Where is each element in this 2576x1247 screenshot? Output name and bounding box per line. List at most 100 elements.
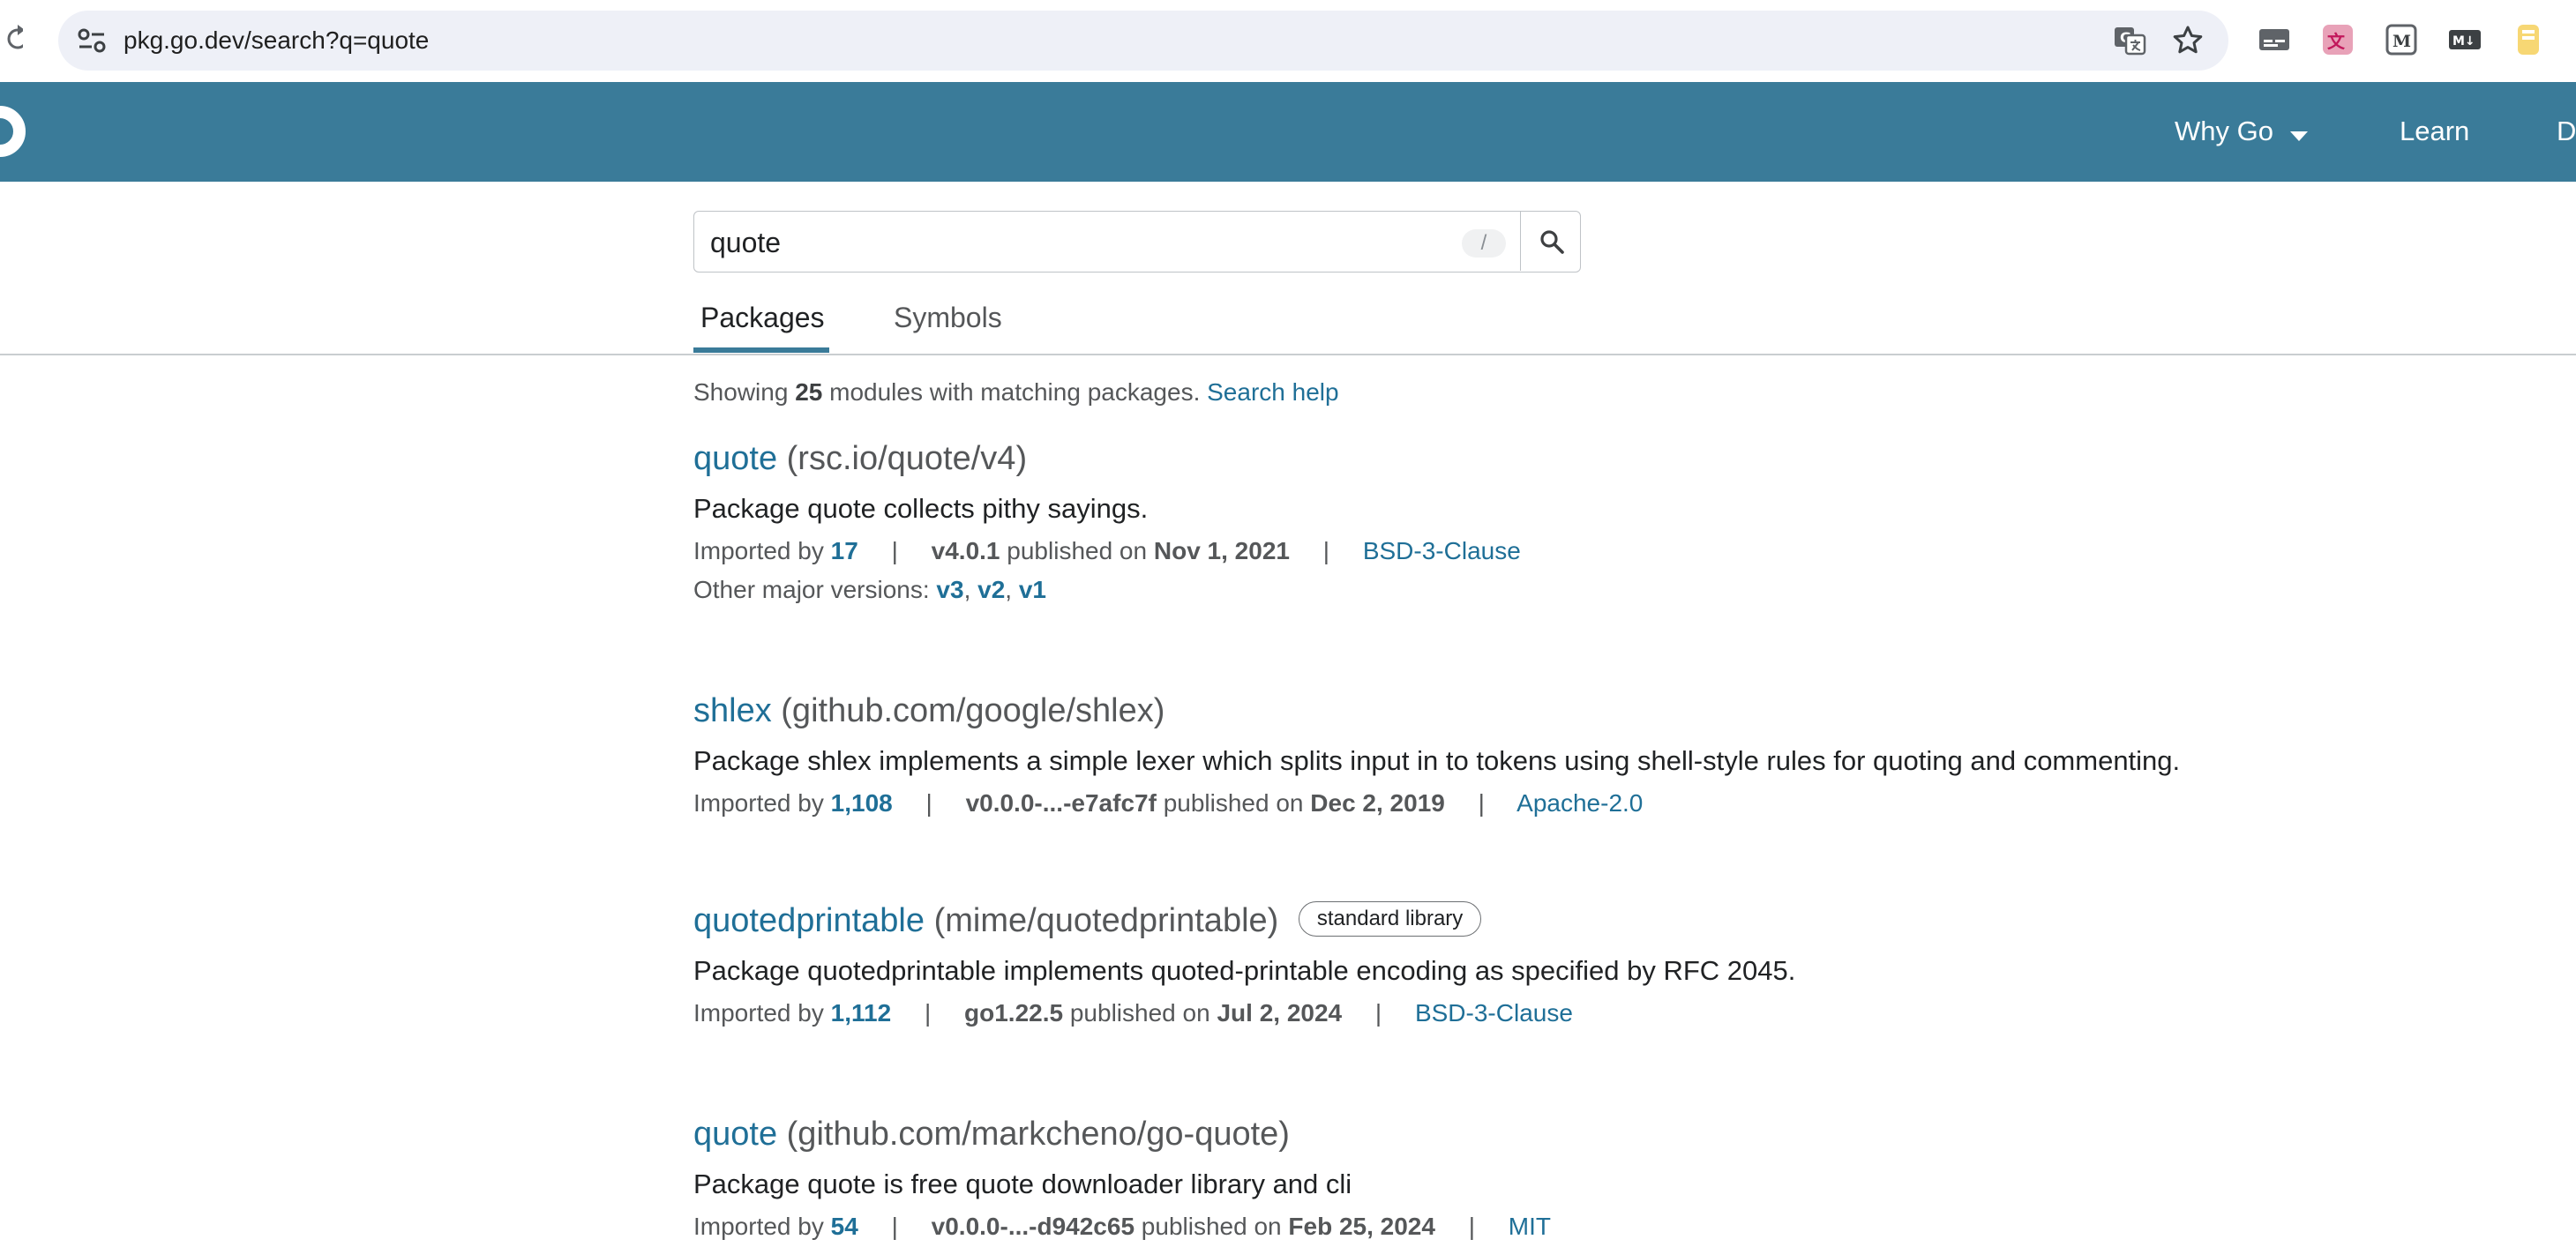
notes-extension-icon[interactable] (2510, 21, 2547, 58)
result-license-link[interactable]: BSD-3-Clause (1363, 537, 1521, 564)
published-on-label: published on (1141, 1213, 1282, 1240)
search-input[interactable]: quote (710, 227, 781, 258)
imported-by-label: Imported by (693, 537, 824, 564)
result-license-link[interactable]: MIT (1509, 1213, 1551, 1240)
result-package-link[interactable]: quotedprintable (693, 902, 925, 939)
go-logo[interactable] (0, 103, 35, 164)
imported-by-count[interactable]: 1,108 (831, 789, 893, 817)
separator: | (1374, 999, 1382, 1027)
address-bar[interactable]: pkg.go.dev/search?q=quote G (58, 11, 2228, 71)
result-license-link[interactable]: BSD-3-Clause (1415, 999, 1573, 1027)
translate-icon[interactable]: G (2112, 23, 2147, 58)
markdown-extension-icon[interactable]: M↓ (2446, 21, 2483, 58)
result-synopsis: Package quotedprintable implements quote… (693, 955, 1796, 986)
separator: | (925, 789, 932, 817)
result-synopsis: Package quote is free quote downloader l… (693, 1169, 1352, 1199)
result-module-path: (mime/quotedprintable) (933, 902, 1279, 939)
search-result: quote (rsc.io/quote/v4) Package quote co… (693, 439, 1521, 605)
search-icon (1539, 228, 1565, 259)
published-on-label: published on (1163, 789, 1304, 817)
summary-suffix: modules with matching packages. (829, 378, 1201, 406)
result-meta: Imported by 1,112 | go1.22.5 published o… (693, 998, 1795, 1028)
svg-text:文: 文 (2327, 31, 2346, 52)
summary-prefix: Showing (693, 378, 789, 406)
result-meta: Imported by 54 | v0.0.0-...-d942c65 publ… (693, 1212, 1551, 1242)
result-version: v4.0.1 (931, 537, 1000, 564)
site-header: Why Go Learn D (0, 82, 2576, 182)
search-result: shlex (github.com/google/shlex) Package … (693, 691, 2180, 818)
star-icon[interactable] (2170, 23, 2205, 58)
search-help-link[interactable]: Search help (1207, 378, 1338, 406)
result-date: Nov 1, 2021 (1153, 537, 1290, 564)
search-button[interactable] (1520, 212, 1580, 271)
result-module-path: (github.com/google/shlex) (781, 692, 1165, 729)
browser-toolbar: pkg.go.dev/search?q=quote G 文 M M↓ (0, 0, 2576, 82)
result-package-link[interactable]: quote (693, 440, 777, 477)
separator: | (891, 537, 898, 564)
nav-docs[interactable]: D (2557, 114, 2576, 149)
result-meta: Imported by 1,108 | v0.0.0-...-e7afc7f p… (693, 788, 2180, 818)
imported-by-count[interactable]: 54 (831, 1213, 858, 1240)
result-synopsis: Package quote collects pithy sayings. (693, 493, 1149, 524)
nav-why-go[interactable]: Why Go (2175, 114, 2308, 151)
result-date: Dec 2, 2019 (1310, 789, 1445, 817)
result-title: shlex (github.com/google/shlex) (693, 691, 2180, 730)
result-package-link[interactable]: shlex (693, 692, 772, 729)
imported-by-label: Imported by (693, 789, 824, 817)
comma: , (963, 576, 971, 603)
tabs-divider (0, 354, 2576, 355)
result-date: Jul 2, 2024 (1217, 999, 1343, 1027)
version-link[interactable]: v1 (1019, 576, 1046, 603)
result-package-link[interactable]: quote (693, 1116, 777, 1153)
result-count: 25 (795, 378, 823, 406)
caret-down-icon (2289, 116, 2308, 151)
active-tab-indicator (693, 347, 829, 353)
caption-extension-icon[interactable] (2256, 21, 2293, 58)
comma: , (1005, 576, 1013, 603)
results-summary: Showing 25 modules with matching package… (693, 377, 1339, 407)
tab-packages[interactable]: Packages (700, 300, 825, 335)
translator-extension-icon[interactable]: 文 (2319, 21, 2356, 58)
imported-by-count[interactable]: 17 (831, 537, 858, 564)
result-version: v0.0.0-...-e7afc7f (965, 789, 1157, 817)
other-versions-label: Other major versions: (693, 576, 930, 603)
result-title: quote (rsc.io/quote/v4) (693, 439, 1521, 478)
published-on-label: published on (1007, 537, 1148, 564)
result-title: quote (github.com/markcheno/go-quote) (693, 1115, 1551, 1154)
result-module-path: (github.com/markcheno/go-quote) (786, 1116, 1290, 1153)
search-box: quote / (693, 211, 1581, 273)
svg-text:M: M (2393, 32, 2411, 51)
imported-by-label: Imported by (693, 1213, 824, 1240)
separator: | (1322, 537, 1330, 564)
nav-why-go-label: Why Go (2175, 116, 2273, 146)
imported-by-label: Imported by (693, 999, 824, 1027)
url-text: pkg.go.dev/search?q=quote (124, 26, 430, 54)
medium-extension-icon[interactable]: M (2383, 21, 2420, 58)
result-title: quotedprintable (mime/quotedprintable) s… (693, 900, 1795, 940)
other-major-versions: Other major versions: v3, v2, v1 (693, 575, 1521, 605)
separator: | (924, 999, 932, 1027)
search-shortcut-hint: / (1462, 229, 1506, 258)
search-result: quotedprintable (mime/quotedprintable) s… (693, 900, 1796, 1028)
version-link[interactable]: v2 (977, 576, 1005, 603)
separator: | (1468, 1213, 1476, 1240)
nav-learn[interactable]: Learn (2400, 114, 2469, 149)
separator: | (891, 1213, 898, 1240)
separator: | (1478, 789, 1485, 817)
result-license-link[interactable]: Apache-2.0 (1516, 789, 1643, 817)
result-meta: Imported by 17 | v4.0.1 published on Nov… (693, 536, 1521, 566)
published-on-label: published on (1069, 999, 1210, 1027)
version-link[interactable]: v3 (936, 576, 963, 603)
result-version: v0.0.0-...-d942c65 (931, 1213, 1135, 1240)
imported-by-count[interactable]: 1,112 (831, 999, 892, 1027)
reload-icon[interactable] (0, 23, 23, 55)
tab-symbols[interactable]: Symbols (894, 300, 1002, 335)
result-version: go1.22.5 (964, 999, 1064, 1027)
result-date: Feb 25, 2024 (1288, 1213, 1435, 1240)
svg-text:M↓: M↓ (2452, 34, 2475, 49)
result-module-path: (rsc.io/quote/v4) (786, 440, 1028, 477)
result-synopsis: Package shlex implements a simple lexer … (693, 745, 2181, 776)
standard-library-badge: standard library (1298, 900, 1482, 937)
search-result: quote (github.com/markcheno/go-quote) Pa… (693, 1115, 1551, 1242)
tune-icon[interactable] (76, 26, 108, 55)
